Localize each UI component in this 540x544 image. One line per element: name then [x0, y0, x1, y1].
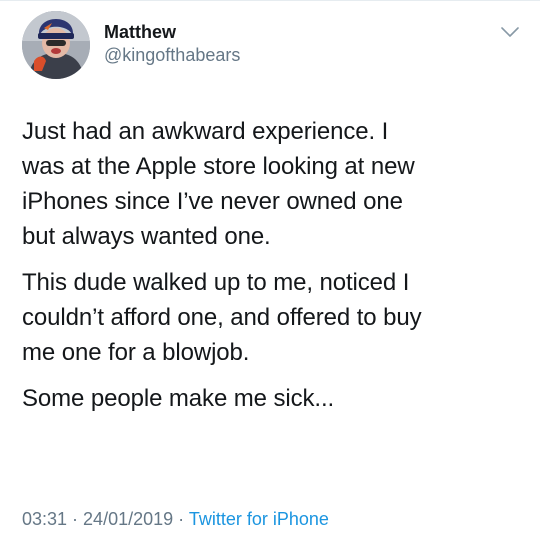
tweet-source-link[interactable]: Twitter for iPhone [189, 509, 329, 529]
top-divider [0, 0, 540, 1]
tweet-line: iPhones since I’ve never owned one [22, 188, 403, 215]
tweet-paragraph: Just had an awkward experience. I was at… [22, 114, 522, 254]
avatar-image [22, 11, 90, 79]
tweet-meta: 03:31 · 24/01/2019 · Twitter for iPhone [22, 507, 329, 531]
tweet-paragraph: Some people make me sick... [22, 381, 522, 416]
author-handle[interactable]: @kingofthabears [104, 44, 240, 66]
meta-separator: · [67, 509, 84, 529]
author-display-name[interactable]: Matthew [104, 21, 176, 43]
tweet-line: couldn’t afford one, and offered to buy [22, 304, 422, 331]
tweet-line: was at the Apple store looking at new [22, 153, 415, 180]
tweet-line: This dude walked up to me, noticed I [22, 269, 410, 296]
tweet-line: Just had an awkward experience. I [22, 118, 389, 145]
tweet-line: me one for a blowjob. [22, 339, 250, 366]
tweet-date[interactable]: 24/01/2019 [83, 509, 173, 529]
tweet-text: Just had an awkward experience. I was at… [22, 114, 522, 427]
tweet-card: Matthew @kingofthabears Just had an awkw… [0, 0, 540, 544]
tweet-line: but always wanted one. [22, 223, 271, 250]
tweet-time[interactable]: 03:31 [22, 509, 67, 529]
tweet-paragraph: This dude walked up to me, noticed I cou… [22, 265, 522, 370]
meta-separator: · [173, 509, 189, 529]
avatar[interactable] [22, 11, 90, 79]
chevron-down-icon[interactable] [498, 20, 522, 44]
tweet-line: Some people make me sick... [22, 385, 335, 412]
